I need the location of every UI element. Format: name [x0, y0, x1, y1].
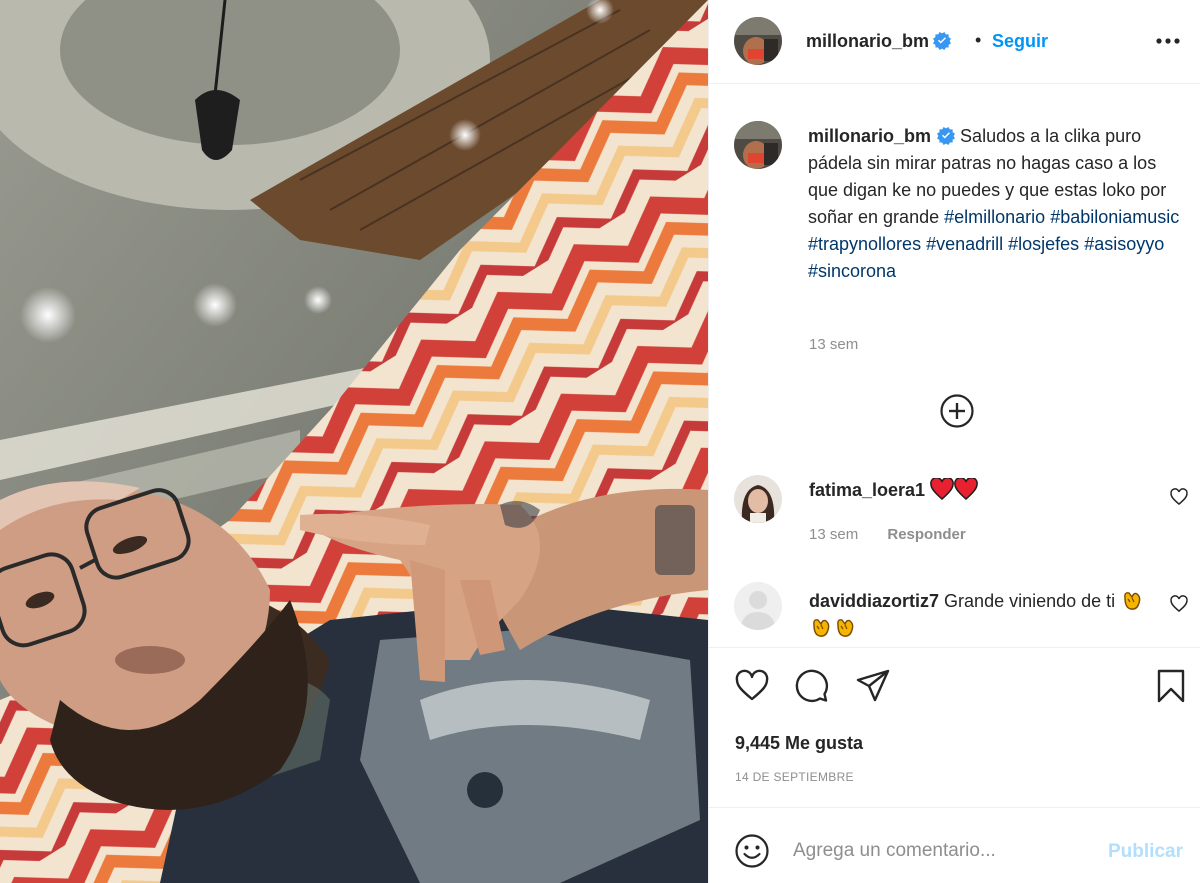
publish-button[interactable]: Publicar [1108, 841, 1183, 863]
comment-body: fatima_loera1 [809, 478, 978, 501]
hashtag-link[interactable]: #sincorona [808, 261, 896, 281]
post-header: millonario_bm • Seguir [709, 0, 1200, 84]
comment-like-heart-icon[interactable] [1169, 594, 1189, 614]
clapping-hands-emoji [1124, 592, 1141, 610]
commenter-username[interactable]: daviddiazortiz7 [809, 591, 939, 611]
share-paper-plane-icon[interactable] [855, 668, 891, 704]
author-avatar[interactable] [734, 17, 782, 65]
reply-button[interactable]: Responder [887, 526, 965, 543]
post-detail-panel: millonario_bm • Seguir millonario_bm Sal… [708, 0, 1200, 883]
clapping-hands-emoji [837, 619, 854, 637]
caption-username[interactable]: millonario_bm [808, 126, 931, 146]
author-username[interactable]: millonario_bm [806, 31, 929, 51]
comment-timestamp[interactable]: 13 sem [809, 526, 858, 543]
hashtag-link[interactable]: #trapynollores [808, 234, 921, 254]
post-photo[interactable] [0, 0, 708, 883]
follow-button[interactable]: Seguir [992, 31, 1048, 52]
separator-dot: • [975, 30, 982, 50]
post-date[interactable]: 14 DE SEPTIEMBRE [735, 770, 854, 784]
comment-meta: 13 sem Responder [809, 526, 991, 543]
comment-input[interactable] [793, 838, 1093, 864]
like-heart-icon[interactable] [734, 668, 770, 704]
add-comment-bar: Publicar [709, 807, 1200, 883]
save-bookmark-icon[interactable] [1153, 668, 1189, 704]
verified-badge-icon [933, 32, 952, 50]
hashtag-link[interactable]: #asisoyyo [1084, 234, 1164, 254]
author-username-block[interactable]: millonario_bm [806, 31, 952, 52]
commenter-avatar[interactable] [734, 475, 782, 523]
hashtag-link[interactable]: #babiloniamusic [1050, 207, 1179, 227]
hashtag-link[interactable]: #venadrill [926, 234, 1003, 254]
load-more-comments-icon[interactable] [939, 393, 975, 429]
commenter-avatar-default[interactable] [734, 582, 782, 630]
hashtag-link[interactable]: #elmillonario [944, 207, 1045, 227]
more-options-icon[interactable] [1154, 30, 1182, 52]
comment-body: daviddiazortiz7 Grande viniendo de ti [809, 588, 1159, 642]
commenter-username[interactable]: fatima_loera1 [809, 480, 925, 500]
post-actions: 9,445 Me gusta 14 DE SEPTIEMBRE [709, 647, 1200, 807]
comment-like-heart-icon[interactable] [1169, 487, 1189, 507]
selfie-image [0, 0, 708, 883]
emoji-smiley-icon[interactable] [734, 833, 770, 869]
red-heart-emoji [954, 478, 978, 500]
caption-timestamp[interactable]: 13 sem [809, 336, 858, 353]
post-caption: millonario_bm Saludos a la clika puro pá… [808, 123, 1183, 285]
comment-text: Grande viniendo de ti [944, 591, 1116, 611]
like-count[interactable]: 9,445 Me gusta [735, 733, 863, 754]
hashtag-link[interactable]: #losjefes [1008, 234, 1079, 254]
comment-bubble-icon[interactable] [793, 668, 829, 704]
clapping-hands-emoji [813, 619, 830, 637]
red-heart-emoji [930, 478, 954, 500]
comments-section[interactable]: millonario_bm Saludos a la clika puro pá… [709, 85, 1200, 647]
verified-badge-icon [937, 127, 956, 145]
caption-author-avatar[interactable] [734, 121, 782, 169]
